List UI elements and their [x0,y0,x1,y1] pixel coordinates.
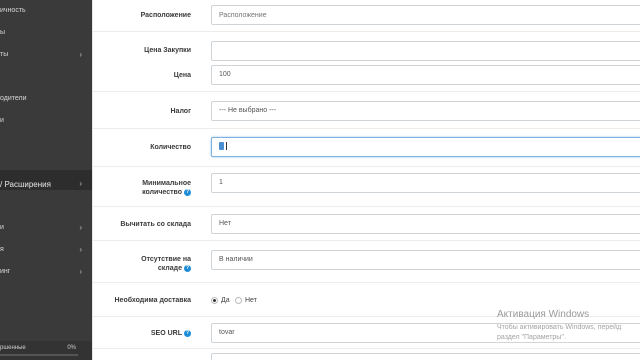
progress-label: ршенные [0,345,26,351]
product-data-form: Расположение Цена Закупки Цена 100 Налог… [92,0,640,360]
sidebar-item-label: инг [0,268,11,275]
out-of-stock-value: В наличии [219,256,253,263]
sidebar-item-label: ты [0,51,9,58]
min-quantity-label-line2: количество [142,189,182,196]
sidebar-item[interactable]: и [0,117,92,124]
sidebar-item-extensions[interactable]: / Расширения › [0,180,92,189]
progress-percent: 0% [67,345,76,351]
form-row-subtract: Вычитать со склада Нет [93,207,640,241]
chevron-right-icon: › [79,246,82,253]
chevron-right-icon: › [79,268,82,275]
location-input[interactable] [211,5,640,25]
form-row-quantity: Количество [93,129,640,167]
seo-url-label: SEO URL? [101,329,191,338]
help-icon[interactable]: ? [184,188,191,196]
sidebar-item-label: я [0,246,4,253]
out-of-stock-label: Отсутствие на складе? [101,255,191,273]
sidebar-progress: ршенные 0% [0,341,92,360]
min-quantity-label: Минимальное количество? [101,179,191,197]
progress-bar [0,354,78,356]
chevron-right-icon: › [79,224,82,231]
min-quantity-label-line1: Минимальное [142,180,191,187]
tax-select[interactable]: --- Не выбрано --- [211,101,640,121]
subtract-stock-select[interactable]: Нет [211,214,640,234]
radio-empty-icon [235,296,242,304]
windows-activation-text: Чтобы активировать Windows, перейд разде… [497,323,621,343]
radio-selected-icon [211,296,218,304]
form-row-tax: Налог --- Не выбрано --- [93,92,640,129]
shipping-yes-radio[interactable]: Да [211,296,230,306]
form-row-prices: Цена Закупки Цена 100 [93,32,640,92]
chevron-right-icon: › [79,51,82,58]
purchase-price-label: Цена Закупки [144,47,191,54]
shipping-radio-group: Да Нет [211,296,331,308]
shipping-yes-label: Да [221,297,230,304]
sidebar-item-label: одители [0,95,27,102]
app-window: ичность ы ты › одители и / Расширения › … [0,0,640,360]
sidebar-nav: ичность ы ты › одители и / Расширения › … [0,0,92,360]
subtract-stock-value: Нет [219,220,231,227]
help-icon[interactable]: ? [184,264,191,272]
sidebar-item[interactable]: и › [0,224,92,231]
form-row-out-of-stock: Отсутствие на складе? В наличии [93,241,640,283]
sidebar-item-label: и [0,224,4,231]
shipping-label: Необходима доставка [114,297,192,304]
tax-select-value: --- Не выбрано --- [219,107,277,114]
text-cursor-icon [219,142,224,151]
sidebar-item[interactable]: инг › [0,268,92,275]
sidebar-item-label: / Расширения [0,180,51,189]
form-row-min-quantity: Минимальное количество? 1 [93,167,640,207]
sidebar-item[interactable]: ичность [0,7,92,14]
quantity-label: Количество [150,144,191,151]
price-label: Цена [173,72,191,79]
min-quantity-input[interactable]: 1 [211,173,640,193]
seo-url-label-text: SEO URL [150,330,182,337]
quantity-input[interactable] [211,137,640,157]
sidebar-item-label: ичность [0,7,26,14]
out-of-stock-label-line1: Отсутствие на [141,256,191,263]
sidebar-item-label: и [0,117,4,124]
windows-activation-title: Активация Windows [497,309,590,320]
subtract-stock-label: Вычитать со склада [120,221,191,228]
form-row-location: Расположение [93,0,640,32]
out-of-stock-select[interactable]: В наличии [211,250,640,270]
shipping-no-label: Нет [245,297,257,304]
out-of-stock-label-line2: складе [157,265,182,272]
sidebar-item[interactable]: я › [0,246,92,253]
sidebar-item[interactable]: одители [0,95,92,102]
tax-label: Налог [170,108,192,115]
windows-activation-line1: Чтобы активировать Windows, перейд [497,324,622,331]
help-icon[interactable]: ? [184,329,191,337]
purchase-price-input[interactable] [211,41,640,61]
sidebar-item[interactable]: ы [0,29,92,36]
sidebar-item-label: ы [0,29,6,36]
price-input[interactable]: 100 [211,65,640,85]
text-caret [226,142,227,151]
chevron-right-icon: › [79,180,82,188]
next-field-partial[interactable] [211,353,640,360]
location-label: Расположение [140,12,191,19]
sidebar-item[interactable]: ты › [0,51,92,58]
windows-activation-line2: раздел "Параметры". [497,334,566,341]
shipping-no-radio[interactable]: Нет [235,296,257,306]
